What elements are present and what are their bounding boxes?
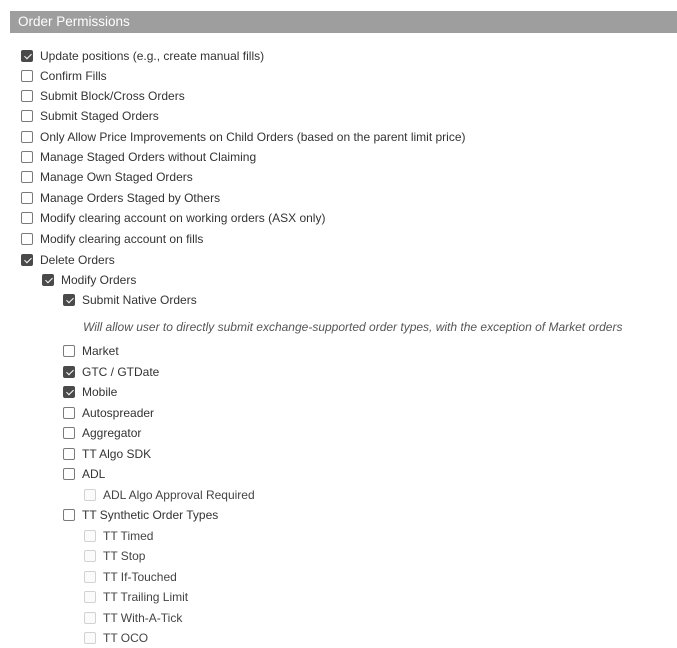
permission-row-market[interactable]: Market xyxy=(63,341,119,361)
permission-row-submit-block-cross-orders[interactable]: Submit Block/Cross Orders xyxy=(21,86,185,106)
permission-label: TT With-A-Tick xyxy=(103,611,183,625)
permission-row-manage-staged-orders-without-claiming[interactable]: Manage Staged Orders without Claiming xyxy=(21,147,256,167)
permission-label: TT Trailing Limit xyxy=(103,590,189,604)
permission-label: Mobile xyxy=(82,385,118,399)
permission-label: ADL xyxy=(82,467,106,481)
permission-row-adl-algo-approval-required: ADL Algo Approval Required xyxy=(84,485,255,505)
checkbox-tt-trailing-limit xyxy=(84,591,96,603)
permission-row-tt-if-touched: TT If-Touched xyxy=(84,567,177,587)
permission-row-tt-stop: TT Stop xyxy=(84,546,145,566)
checkbox-only-allow-price-improvements-on-child-orders-based-on-the-parent-limit-price[interactable] xyxy=(21,131,33,143)
permission-label: Submit Native Orders xyxy=(82,293,197,307)
permission-row-submit-native-orders[interactable]: Submit Native Orders xyxy=(63,290,197,310)
permission-label: GTC / GTDate xyxy=(82,365,160,379)
permission-label: Market xyxy=(82,344,119,358)
checkbox-modify-clearing-account-on-working-orders-asx-only[interactable] xyxy=(21,212,33,224)
permission-label: Manage Own Staged Orders xyxy=(40,170,193,184)
checkbox-tt-algo-sdk[interactable] xyxy=(63,448,75,460)
permission-label: Submit Block/Cross Orders xyxy=(40,89,185,103)
permission-row-update-positions-e-g-create-manual-fills[interactable]: Update positions (e.g., create manual fi… xyxy=(21,46,264,66)
permission-label: Modify clearing account on fills xyxy=(40,232,204,246)
permission-row-modify-clearing-account-on-fills[interactable]: Modify clearing account on fills xyxy=(21,229,203,249)
permission-row-tt-algo-sdk[interactable]: TT Algo SDK xyxy=(63,444,151,464)
checkbox-submit-native-orders[interactable] xyxy=(63,294,75,306)
checkbox-modify-orders[interactable] xyxy=(42,274,54,286)
permission-row-modify-orders[interactable]: Modify Orders xyxy=(42,270,136,290)
permission-row-aggregator[interactable]: Aggregator xyxy=(63,423,141,443)
checkbox-adl-algo-approval-required xyxy=(84,489,96,501)
checkbox-manage-own-staged-orders[interactable] xyxy=(21,171,33,183)
permission-label: TT Algo SDK xyxy=(82,447,152,461)
permission-row-tt-timed: TT Timed xyxy=(84,526,153,546)
checkbox-submit-block-cross-orders[interactable] xyxy=(21,90,33,102)
checkbox-submit-staged-orders[interactable] xyxy=(21,110,33,122)
permission-label: TT Synthetic Order Types xyxy=(82,508,219,522)
permission-label: Aggregator xyxy=(82,426,142,440)
permission-row-tt-with-a-tick: TT With-A-Tick xyxy=(84,608,182,628)
permission-label: TT Stop xyxy=(103,549,146,563)
checkbox-autospreader[interactable] xyxy=(63,407,75,419)
permission-row-tt-oco: TT OCO xyxy=(84,628,148,648)
permission-row-tt-trailing-limit: TT Trailing Limit xyxy=(84,587,188,607)
permission-row-autospreader[interactable]: Autospreader xyxy=(63,403,154,423)
permission-row-tt-synthetic-order-types[interactable]: TT Synthetic Order Types xyxy=(63,505,218,525)
permission-label: Update positions (e.g., create manual fi… xyxy=(40,49,265,63)
checkbox-tt-if-touched xyxy=(84,571,96,583)
permission-label: Only Allow Price Improvements on Child O… xyxy=(40,130,466,144)
permission-row-gtc-gtdate[interactable]: GTC / GTDate xyxy=(63,362,159,382)
section-header: Order Permissions xyxy=(10,11,677,33)
permission-row-adl[interactable]: ADL xyxy=(63,464,105,484)
checkbox-update-positions-e-g-create-manual-fills[interactable] xyxy=(21,50,33,62)
permission-label: TT If-Touched xyxy=(103,570,177,584)
permission-row-mobile[interactable]: Mobile xyxy=(63,382,117,402)
checkbox-delete-orders[interactable] xyxy=(21,254,33,266)
permission-row-only-allow-price-improvements-on-child-orders-based-on-the-parent-limit-price[interactable]: Only Allow Price Improvements on Child O… xyxy=(21,127,466,147)
permission-label: Modify Orders xyxy=(61,273,137,287)
permission-label: Confirm Fills xyxy=(40,69,107,83)
permission-label: Delete Orders xyxy=(40,253,115,267)
permission-row-delete-orders[interactable]: Delete Orders xyxy=(21,250,115,270)
permission-row-submit-staged-orders[interactable]: Submit Staged Orders xyxy=(21,106,159,126)
section-title: Order Permissions xyxy=(18,14,130,29)
checkbox-gtc-gtdate[interactable] xyxy=(63,366,75,378)
checkbox-tt-synthetic-order-types[interactable] xyxy=(63,509,75,521)
checkbox-market[interactable] xyxy=(63,345,75,357)
checkbox-adl[interactable] xyxy=(63,468,75,480)
permission-label: Manage Staged Orders without Claiming xyxy=(40,150,257,164)
permission-label: TT OCO xyxy=(103,631,149,645)
permission-label: Autospreader xyxy=(82,406,155,420)
native-orders-note: Will allow user to directly submit excha… xyxy=(83,320,623,334)
checkbox-tt-with-a-tick xyxy=(84,612,96,624)
permission-label: TT Timed xyxy=(103,529,154,543)
permission-row-confirm-fills[interactable]: Confirm Fills xyxy=(21,66,107,86)
checkbox-tt-timed xyxy=(84,530,96,542)
checkbox-tt-oco xyxy=(84,632,96,644)
permission-label: ADL Algo Approval Required xyxy=(103,488,255,502)
checkbox-modify-clearing-account-on-fills[interactable] xyxy=(21,233,33,245)
permission-label: Modify clearing account on working order… xyxy=(40,211,326,225)
checkbox-mobile[interactable] xyxy=(63,386,75,398)
checkbox-manage-orders-staged-by-others[interactable] xyxy=(21,192,33,204)
checkbox-manage-staged-orders-without-claiming[interactable] xyxy=(21,151,33,163)
permission-row-modify-clearing-account-on-working-orders-asx-only[interactable]: Modify clearing account on working order… xyxy=(21,208,325,228)
permission-row-manage-own-staged-orders[interactable]: Manage Own Staged Orders xyxy=(21,167,193,187)
checkbox-confirm-fills[interactable] xyxy=(21,70,33,82)
checkbox-tt-stop xyxy=(84,550,96,562)
permission-label: Manage Orders Staged by Others xyxy=(40,191,221,205)
permission-label: Submit Staged Orders xyxy=(40,109,159,123)
permission-row-manage-orders-staged-by-others[interactable]: Manage Orders Staged by Others xyxy=(21,188,220,208)
checkbox-aggregator[interactable] xyxy=(63,427,75,439)
